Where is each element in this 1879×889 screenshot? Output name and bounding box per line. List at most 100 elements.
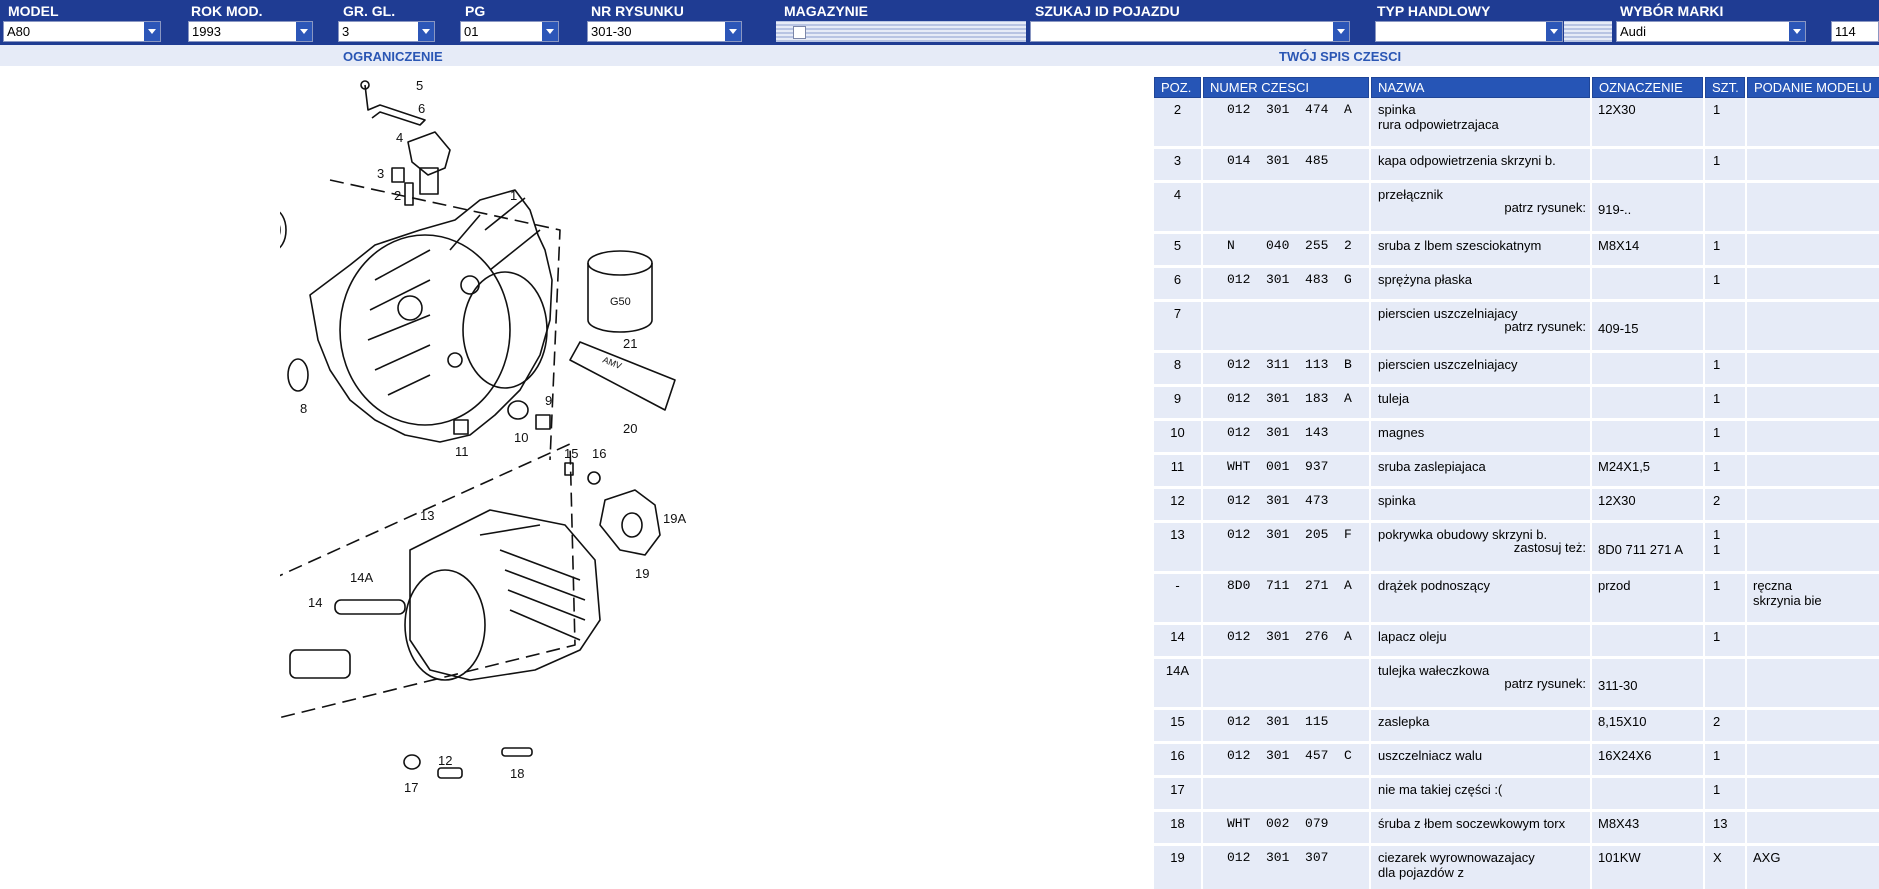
- brand-select[interactable]: Audi: [1616, 21, 1806, 42]
- cell-part-number[interactable]: 012 301 115: [1203, 710, 1369, 744]
- cell-part-number[interactable]: 012 301 457 C: [1203, 744, 1369, 778]
- cell-part-number[interactable]: [1203, 659, 1369, 710]
- cell-model-info: [1747, 421, 1879, 455]
- cell-designation: 311-30: [1592, 659, 1703, 710]
- cell-name: drążek podnoszący: [1371, 574, 1590, 625]
- cell-part-number[interactable]: WHT 002 079: [1203, 812, 1369, 846]
- cell-part-number[interactable]: 012 301 483 G: [1203, 268, 1369, 302]
- table-row[interactable]: 12 012 301 473 spinka 12X30 2: [1154, 489, 1879, 523]
- cell-part-number[interactable]: 012 301 307: [1203, 846, 1369, 889]
- filter-pg: PG 01: [457, 0, 559, 45]
- table-row[interactable]: 16 012 301 457 C uszczelniacz walu 16X24X6 1: [1154, 744, 1879, 778]
- cell-designation: [1592, 387, 1703, 421]
- cell-part-number[interactable]: [1203, 183, 1369, 234]
- cell-part-number[interactable]: 012 301 276 A: [1203, 625, 1369, 659]
- cell-part-number[interactable]: 012 301 474 A: [1203, 98, 1369, 149]
- table-row[interactable]: 14A tulejka wałeczkowa patrz rysunek: 311-…: [1154, 659, 1879, 710]
- table-row[interactable]: 9 012 301 183 A tuleja 1: [1154, 387, 1879, 421]
- chevron-down-icon[interactable]: [1332, 22, 1349, 41]
- cell-designation: M8X43: [1592, 812, 1703, 846]
- housing-hole: [397, 295, 423, 321]
- select-value: A80: [7, 24, 31, 39]
- cell-part-number[interactable]: N 040 255 2: [1203, 234, 1369, 268]
- brand-code-field[interactable]: 114: [1831, 21, 1879, 42]
- designation-reference[interactable]: 8D0 711 271 A: [1598, 542, 1703, 557]
- cell-part-number[interactable]: 012 301 143: [1203, 421, 1369, 455]
- magnet: [507, 400, 529, 420]
- table-row[interactable]: 6 012 301 483 G sprężyna płaska 1: [1154, 268, 1879, 302]
- col-header-szt[interactable]: SZT.: [1705, 77, 1745, 98]
- cell-poz: 14A: [1154, 659, 1201, 710]
- table-row[interactable]: 14 012 301 276 A lapacz oleju 1: [1154, 625, 1879, 659]
- cell-model-info: [1747, 812, 1879, 846]
- chevron-down-icon[interactable]: [1788, 22, 1805, 41]
- table-row[interactable]: 8 012 311 113 B pierscien uszczelniajacy 1: [1154, 353, 1879, 387]
- model-select[interactable]: A80: [3, 21, 161, 42]
- cell-poz: 10: [1154, 421, 1201, 455]
- callout-label: 8: [300, 401, 307, 416]
- pin: [404, 182, 414, 206]
- year-select[interactable]: 1993: [188, 21, 313, 42]
- reference-label: patrz rysunek:: [1504, 200, 1586, 215]
- model-info: ręczna: [1753, 578, 1793, 593]
- cell-part-number[interactable]: 014 301 485: [1203, 149, 1369, 183]
- table-row[interactable]: 17 nie ma takiej części :(1: [1154, 778, 1879, 812]
- table-row[interactable]: 4 przełącznik patrz rysunek: 919-..: [1154, 183, 1879, 234]
- cell-poz: 19: [1154, 846, 1201, 889]
- designation-reference[interactable]: 919-..: [1598, 202, 1703, 217]
- cell-quantity: 1: [1705, 387, 1745, 421]
- table-row[interactable]: -8D0 711 271 A drążek podnoszący przod 1 ręc…: [1154, 574, 1879, 625]
- magazynie-checkbox[interactable]: [793, 26, 806, 39]
- col-header-oznaczenie[interactable]: OZNACZENIE: [1592, 77, 1703, 98]
- vehicle-id-select[interactable]: [1030, 21, 1350, 42]
- chevron-down-icon[interactable]: [1545, 22, 1562, 41]
- table-row[interactable]: 19 012 301 307 ciezarek wyrownowazajacy dla…: [1154, 846, 1879, 889]
- table-row[interactable]: 15 012 301 115 zaslepka 8,15X10 2: [1154, 710, 1879, 744]
- designation-reference[interactable]: 311-30: [1598, 678, 1703, 693]
- housing-ribs: [367, 197, 541, 396]
- cell-part-number[interactable]: 012 301 473: [1203, 489, 1369, 523]
- cell-model-info: [1747, 625, 1879, 659]
- chevron-down-icon[interactable]: [295, 22, 312, 41]
- cell-poz: 14: [1154, 625, 1201, 659]
- col-header-nazwa[interactable]: NAZWA: [1371, 77, 1590, 98]
- pg-select[interactable]: 01: [460, 21, 559, 42]
- cell-part-number[interactable]: 8D0 711 271 A: [1203, 574, 1369, 625]
- cell-part-number[interactable]: 012 311 113 B: [1203, 353, 1369, 387]
- cell-part-number[interactable]: 012 301 205 F: [1203, 523, 1369, 574]
- cell-part-number[interactable]: [1203, 302, 1369, 353]
- table-row[interactable]: 18 WHT 002 079 śruba z łbem soczewkowym to…: [1154, 812, 1879, 846]
- cell-name: sprężyna płaska: [1371, 268, 1590, 302]
- restriction-link[interactable]: OGRANICZENIE: [343, 49, 443, 64]
- table-row[interactable]: 11 WHT 001 937 sruba zaslepiajaca M24X1,5 1: [1154, 455, 1879, 489]
- cell-name: ciezarek wyrownowazajacy dla pojazdów z: [1371, 846, 1590, 889]
- table-row[interactable]: 13 012 301 205 Fpokrywka obudowy skrzyni …: [1154, 523, 1879, 574]
- group-select[interactable]: 3: [338, 21, 435, 42]
- drawing-select[interactable]: 301-30: [587, 21, 742, 42]
- cell-poz: 17: [1154, 778, 1201, 812]
- cell-name: spinka: [1371, 489, 1590, 523]
- cell-designation: M24X1,5: [1592, 455, 1703, 489]
- chevron-down-icon[interactable]: [143, 22, 160, 41]
- table-row[interactable]: 2 012 301 474 Aspinka rura odpowietrzajaca…: [1154, 98, 1879, 149]
- col-header-poz[interactable]: POZ.: [1154, 77, 1201, 98]
- housing-hole: [460, 275, 480, 295]
- commercial-type-select[interactable]: [1375, 21, 1563, 42]
- chevron-down-icon[interactable]: [541, 22, 558, 41]
- cell-part-number[interactable]: [1203, 778, 1369, 812]
- designation-reference[interactable]: 409-15: [1598, 321, 1703, 336]
- table-row[interactable]: 5N 040 255 2 sruba z lbem szesciokatnym M8…: [1154, 234, 1879, 268]
- chevron-down-icon[interactable]: [417, 22, 434, 41]
- table-row[interactable]: 7 pierscien uszczelniajacy patrz rysunek: …: [1154, 302, 1879, 353]
- cell-part-number[interactable]: 012 301 183 A: [1203, 387, 1369, 421]
- chevron-down-icon[interactable]: [724, 22, 741, 41]
- table-row[interactable]: 10 012 301 143 magnes 1: [1154, 421, 1879, 455]
- filter-model: MODEL A80: [0, 0, 170, 45]
- col-header-numer[interactable]: NUMER CZESCI: [1203, 77, 1369, 98]
- torx-screw: [501, 747, 533, 757]
- col-header-podanie[interactable]: PODANIE MODELU: [1747, 77, 1879, 98]
- cell-part-number[interactable]: WHT 001 937: [1203, 455, 1369, 489]
- table-row[interactable]: 3 014 301 485 kapa odpowietrzenia skrzyni …: [1154, 149, 1879, 183]
- part-name: sprężyna płaska: [1378, 272, 1472, 287]
